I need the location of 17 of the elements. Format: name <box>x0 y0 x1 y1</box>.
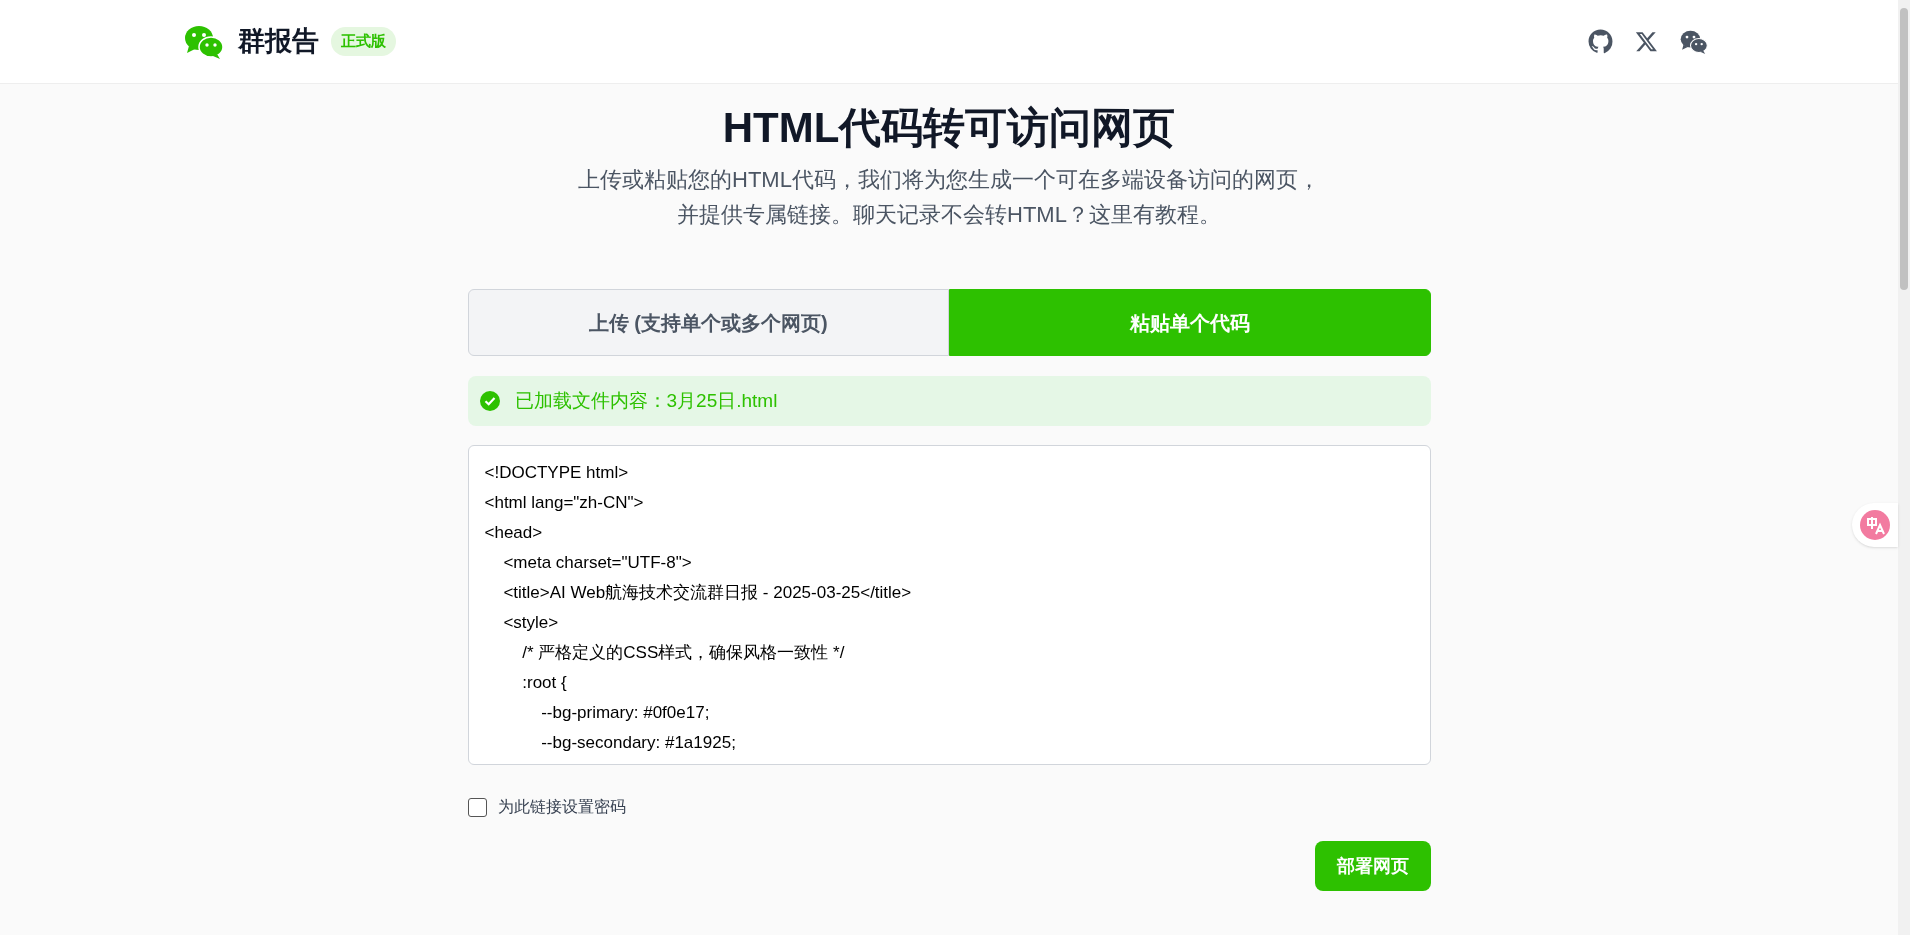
logo-icon <box>184 24 224 59</box>
code-field[interactable]: <!DOCTYPE html> <html lang="zh-CN"> <head> <meta charset="UTF-8"> <title>AI Web航海技术交流群日报 - 2025-03-25</title> <style> /* 严格定义的CSS样式，确保风格一致性 */ :root { --bg-primary: #0f0e17; --bg-secondary: #1a1925; <box>467 445 1431 765</box>
chat-icon <box>1680 29 1708 54</box>
scrollbar-thumb[interactable] <box>1900 8 1908 290</box>
version-badge: 正式版 <box>331 27 396 56</box>
github-icon[interactable] <box>1588 29 1613 54</box>
page-subtitle: 上传或粘贴您的HTML代码，我们将为您生成一个可在多端设备访问的网页，并提供专属链接。聊天记录不会转HTML？这里有教程。 <box>577 166 1321 229</box>
x-logo-icon[interactable] <box>1635 30 1658 53</box>
mode-tab[interactable]: 上传 (支持单个或多个网页) <box>467 289 949 356</box>
notice-text: 已加载文件内容：3月25日.html <box>514 388 778 413</box>
translate-widget[interactable] <box>1852 503 1898 547</box>
check-circle-icon <box>479 391 500 411</box>
translate-icon <box>1860 510 1890 540</box>
password-checkbox[interactable] <box>467 797 487 817</box>
password-label: 为此链接设置密码 <box>497 797 626 817</box>
page-title: HTML代码转可访问网页 <box>722 103 1176 153</box>
brand-name: 群报告 <box>238 25 319 59</box>
